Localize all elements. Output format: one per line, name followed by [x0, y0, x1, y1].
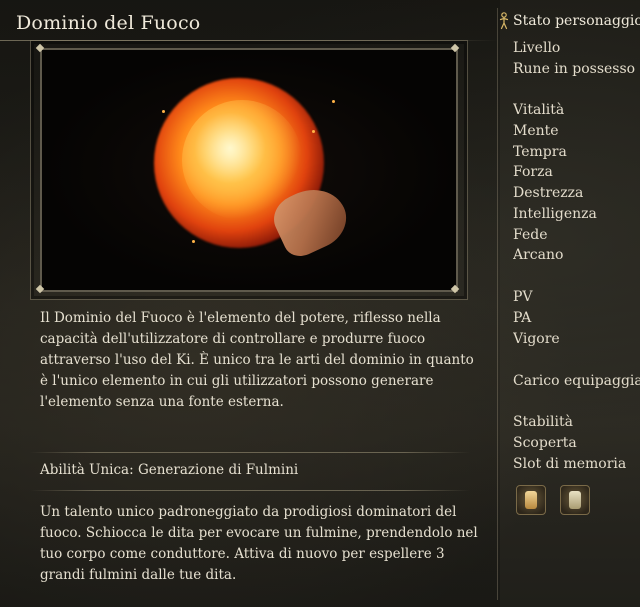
memory-stone-icon — [525, 491, 537, 509]
spark — [192, 240, 195, 243]
stat-label-equip-load: Carico equipaggiam — [513, 373, 640, 389]
person-icon — [499, 12, 509, 30]
stat-label-runes: Rune in possesso — [513, 61, 636, 77]
stat-label-discovery: Scoperta — [513, 435, 577, 451]
stats-panel-title: Stato personaggio — [513, 13, 640, 29]
ability-title: Abilità Unica: Generazione di Fulmini — [40, 462, 299, 478]
memory-slots — [516, 485, 590, 515]
stat-label-intelligence: Intelligenza — [513, 206, 597, 222]
stat-label-memory-slots: Slot di memoria — [513, 456, 627, 472]
ability-description: Un talento unico padroneggiato da prodig… — [40, 504, 478, 583]
stat-label-mind: Mente — [513, 123, 559, 139]
stat-label-fp: PA — [513, 310, 532, 326]
stat-label-strength: Forza — [513, 164, 553, 180]
stats-panel-header: Stato personaggio — [498, 10, 640, 32]
stat-label-endurance: Tempra — [513, 144, 567, 160]
character-stats-list: Livello Rune in possesso Vitalità Mente … — [513, 40, 640, 480]
stat-label-stamina: Vigore — [513, 331, 560, 347]
panel-separator — [497, 8, 498, 600]
spark — [312, 130, 315, 133]
stat-label-level: Livello — [513, 40, 561, 56]
stat-label-dexterity: Destrezza — [513, 185, 584, 201]
memory-slot-icon[interactable] — [516, 485, 546, 515]
section-divider — [30, 452, 470, 453]
spark — [162, 110, 165, 113]
memory-slot-icon[interactable] — [560, 485, 590, 515]
item-illustration — [40, 48, 458, 292]
stat-label-poise: Stabilità — [513, 414, 573, 430]
stat-label-arcane: Arcano — [513, 247, 564, 263]
stat-label-hp: PV — [513, 289, 533, 305]
item-title: Dominio del Fuoco — [16, 12, 201, 34]
section-divider — [30, 490, 470, 491]
stat-label-vigor: Vitalità — [513, 102, 565, 118]
spark — [332, 100, 335, 103]
stat-label-faith: Fede — [513, 227, 548, 243]
item-description: Il Dominio del Fuoco è l'elemento del po… — [40, 310, 474, 410]
memory-stone-icon — [569, 491, 581, 509]
